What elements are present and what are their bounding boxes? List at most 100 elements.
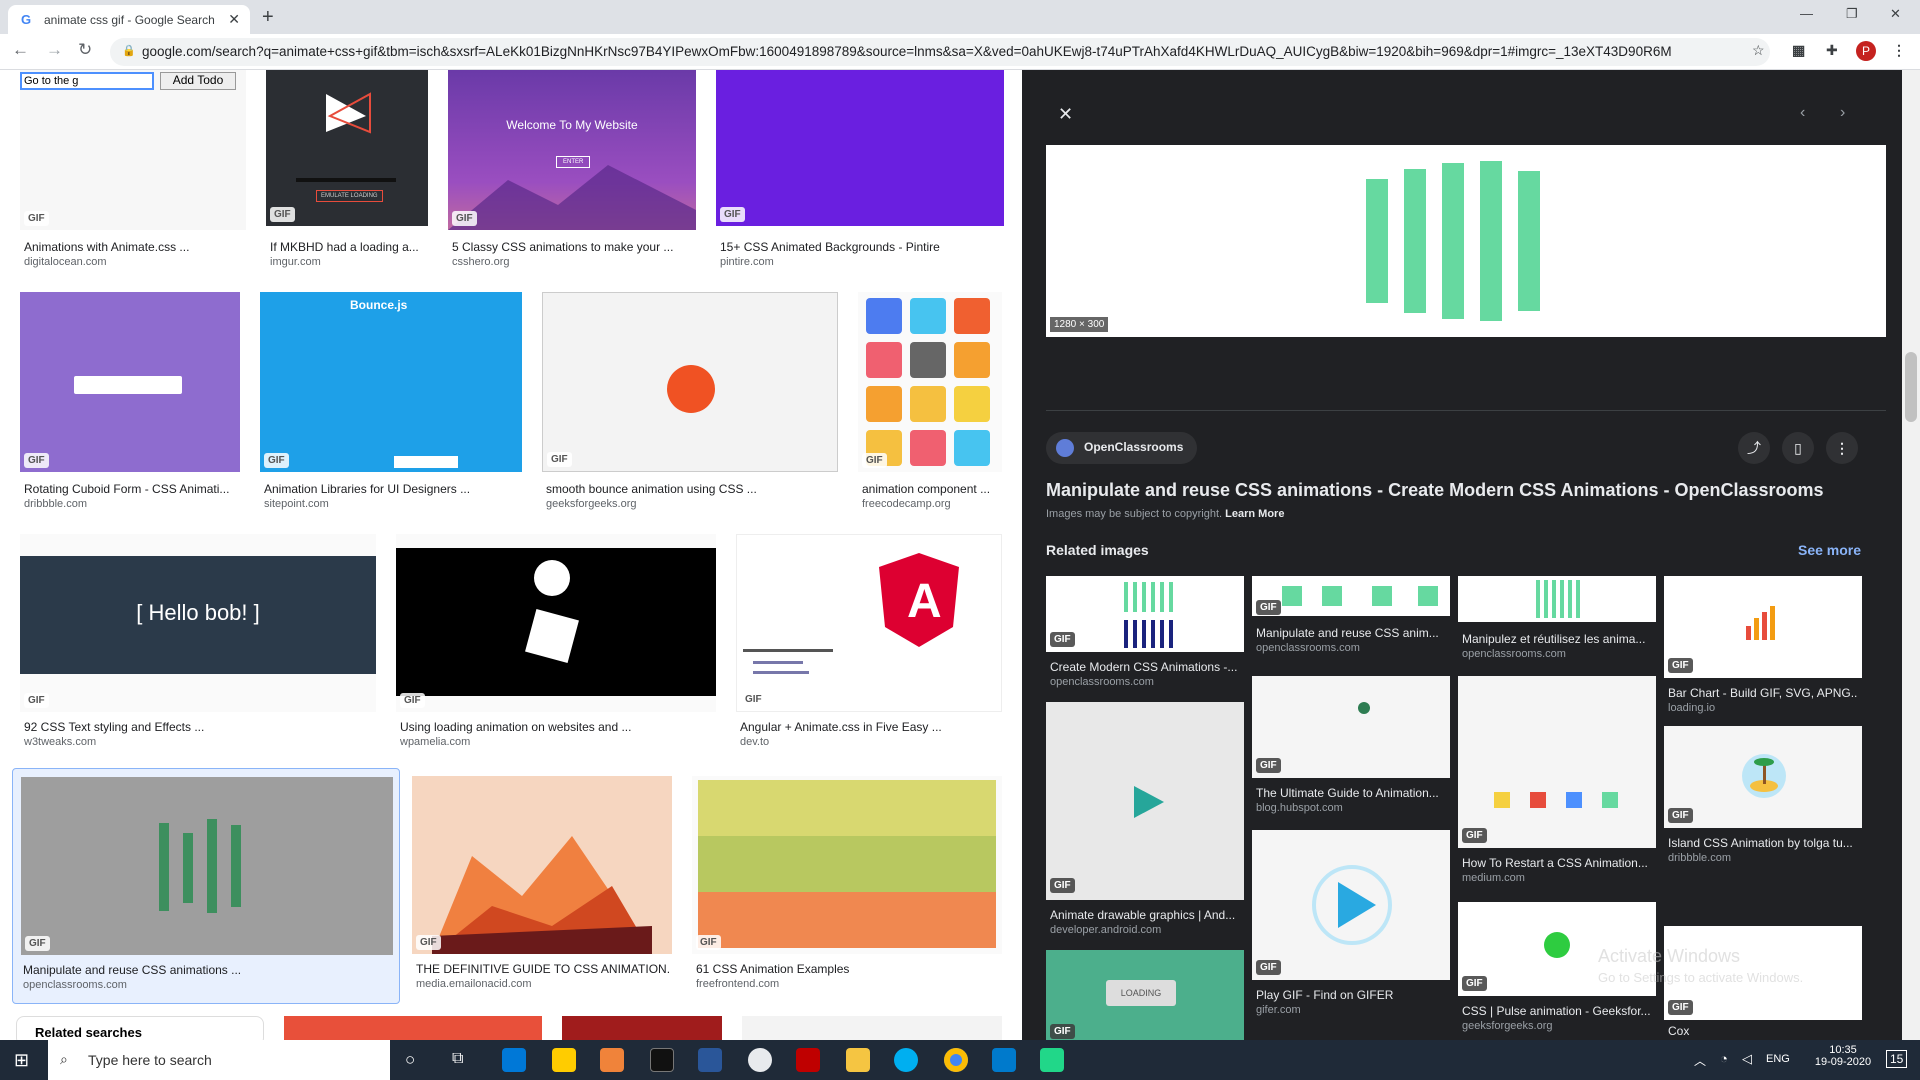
vscode-icon[interactable] (992, 1048, 1016, 1072)
related-domain: geeksforgeeks.org (1462, 1020, 1553, 1032)
related-image[interactable]: GIF Island CSS Animation by tolga tu... … (1664, 726, 1862, 876)
color-picker-icon[interactable] (748, 1048, 772, 1072)
sticky-notes-icon[interactable] (552, 1048, 576, 1072)
back-icon[interactable]: ← (12, 40, 29, 60)
color-squares-graphic (1494, 792, 1618, 808)
learn-more-link[interactable]: Learn More (1225, 508, 1284, 520)
restore-icon[interactable]: ❐ (1846, 6, 1858, 22)
related-caption: Manipulate and reuse CSS anim... (1256, 626, 1439, 640)
result-caption: THE DEFINITIVE GUIDE TO CSS ANIMATION... (416, 962, 670, 976)
result-caption: Animations with Animate.css ... (24, 240, 190, 254)
related-image[interactable]: Manipulez et réutilisez les anima... ope… (1458, 576, 1656, 676)
see-more-link[interactable]: See more (1798, 542, 1861, 558)
result-card[interactable]: GIF 15+ CSS Animated Backgrounds - Pinti… (716, 70, 1004, 270)
copyright-notice: Images may be subject to copyright. Lear… (1046, 508, 1284, 520)
preview-image[interactable]: 1280 × 300 (1046, 145, 1886, 337)
file-explorer-icon[interactable] (846, 1048, 870, 1072)
bookmark-star-icon[interactable]: ☆ (1752, 42, 1765, 59)
wifi-icon[interactable]: ◔ (1720, 1051, 1728, 1066)
chrome-icon[interactable] (944, 1048, 968, 1072)
preview-title[interactable]: Manipulate and reuse CSS animations - Cr… (1046, 480, 1886, 501)
address-bar[interactable]: 🔒 google.com/search?q=animate+css+gif&tb… (110, 38, 1770, 66)
related-image[interactable]: GIF The Ultimate Guide to Animation... b… (1252, 676, 1450, 826)
powershell-icon[interactable] (698, 1048, 722, 1072)
forward-icon[interactable]: → (46, 40, 63, 60)
source-chip[interactable]: OpenClassrooms (1046, 432, 1198, 464)
close-icon[interactable]: ✕ (1058, 104, 1073, 125)
result-thumbnail[interactable] (562, 1016, 722, 1040)
notifications-icon[interactable]: 15 (1886, 1050, 1908, 1068)
result-domain: digitalocean.com (24, 256, 107, 268)
terminal-icon[interactable] (650, 1048, 674, 1072)
mail-icon[interactable] (502, 1048, 526, 1072)
related-caption: How To Restart a CSS Animation... (1462, 856, 1648, 870)
related-image[interactable]: GIF Animate drawable graphics | And... d… (1046, 702, 1244, 942)
green-bar (183, 833, 193, 903)
extension-icon[interactable]: ▦ (1792, 42, 1805, 59)
close-tab-icon[interactable]: ✕ (228, 11, 240, 28)
result-thumbnail[interactable] (742, 1016, 1002, 1040)
puzzle-icon[interactable]: ✚ (1826, 42, 1838, 59)
cortana-icon[interactable]: ○ (405, 1050, 415, 1070)
related-image[interactable]: GIF CSS | Pulse animation - Geeksfor... … (1458, 902, 1656, 1032)
result-thumbnail: GIF (20, 292, 240, 472)
more-options-icon[interactable]: ⋮ (1826, 432, 1858, 464)
svg-text:A: A (907, 575, 942, 628)
skype-icon[interactable] (894, 1048, 918, 1072)
gif-badge: GIF (1462, 828, 1487, 843)
result-card[interactable]: Bounce.js GIF Animation Libraries for UI… (260, 292, 522, 510)
language-indicator[interactable]: ENG (1766, 1053, 1790, 1065)
result-card[interactable]: [ Hello bob! ] GIF 92 CSS Text styling a… (20, 534, 376, 748)
next-icon[interactable]: › (1840, 104, 1845, 122)
scrollbar-thumb[interactable] (1905, 352, 1917, 422)
result-card[interactable]: GIF 61 CSS Animation Examples freefronte… (692, 776, 1002, 990)
result-card[interactable]: A GIF Angular + Animate.css in Five Easy… (736, 534, 1002, 748)
bookmark-icon[interactable]: ▯ (1782, 432, 1814, 464)
tray-chevron-icon[interactable]: ︿ (1694, 1052, 1706, 1069)
related-image[interactable]: GIF Manipulate and reuse CSS anim... ope… (1252, 576, 1450, 676)
url-text: google.com/search?q=animate+css+gif&tbm=… (142, 44, 1672, 59)
related-image[interactable]: LOADING GIF (1046, 950, 1244, 1040)
result-card[interactable]: EMULATE LOADING GIF If MKBHD had a loadi… (266, 70, 428, 270)
windows-start-icon[interactable]: ⊞ (14, 1050, 29, 1071)
result-thumbnail: Welcome To My Website ENTER GIF (448, 70, 696, 230)
clock[interactable]: 10:35 19-09-2020 (1808, 1044, 1878, 1068)
new-tab-icon[interactable]: + (262, 6, 274, 29)
reload-icon[interactable]: ↻ (78, 40, 92, 60)
related-image[interactable]: GIF Bar Chart - Build GIF, SVG, APNG... … (1664, 576, 1862, 716)
volume-icon[interactable]: ◁ (1742, 1051, 1752, 1067)
related-image[interactable]: GIF Play GIF - Find on GIFER gifer.com (1252, 830, 1450, 1030)
result-thumbnail: [ Hello bob! ] GIF (20, 534, 376, 712)
result-card[interactable]: Welcome To My Website ENTER GIF 5 Classy… (448, 70, 696, 270)
close-window-icon[interactable]: ✕ (1890, 6, 1901, 22)
result-card[interactable]: GIF Using loading animation on websites … (396, 534, 716, 748)
result-card[interactable]: GIF animation component ... freecodecamp… (858, 292, 1002, 510)
activation-watermark-text: Go to Settings to activate Windows. (1598, 970, 1804, 985)
profile-avatar[interactable]: P (1856, 41, 1876, 61)
page-scrollbar[interactable] (1902, 70, 1920, 1040)
minimize-icon[interactable]: — (1800, 6, 1813, 21)
result-thumbnail[interactable] (284, 1016, 542, 1040)
related-image[interactable]: GIF Create Modern CSS Animations -... op… (1046, 576, 1244, 696)
share-icon[interactable]: ⤴ (1738, 432, 1770, 464)
taskbar-search-box[interactable]: ⌕ Type here to search (48, 1040, 390, 1080)
related-images-heading: Related images (1046, 542, 1149, 558)
browser-tab[interactable]: G animate css gif - Google Search ✕ (8, 5, 250, 34)
app-icon[interactable] (600, 1048, 624, 1072)
pycharm-icon[interactable] (1040, 1048, 1064, 1072)
related-image[interactable]: GIF How To Restart a CSS Animation... me… (1458, 676, 1656, 896)
related-thumbnail: GIF (1046, 576, 1244, 652)
filezilla-icon[interactable] (796, 1048, 820, 1072)
gif-badge: GIF (1462, 976, 1487, 991)
previous-icon[interactable]: ‹ (1800, 104, 1805, 122)
result-card[interactable]: GIF THE DEFINITIVE GUIDE TO CSS ANIMATIO… (412, 776, 672, 990)
result-card[interactable]: Go to the g Add Todo GIF Animations with… (20, 70, 246, 270)
result-card[interactable]: GIF smooth bounce animation using CSS ..… (542, 292, 838, 510)
menu-icon[interactable]: ⋮ (1892, 42, 1906, 59)
related-thumbnail: GIF (1252, 676, 1450, 778)
google-favicon-icon: G (21, 12, 32, 27)
result-card-selected[interactable]: GIF Manipulate and reuse CSS animations … (12, 768, 400, 1004)
task-view-icon[interactable]: ⧉ (452, 1050, 463, 1068)
result-card[interactable]: GIF Rotating Cuboid Form - CSS Animati..… (20, 292, 240, 510)
clock-time: 10:35 (1829, 1044, 1857, 1056)
